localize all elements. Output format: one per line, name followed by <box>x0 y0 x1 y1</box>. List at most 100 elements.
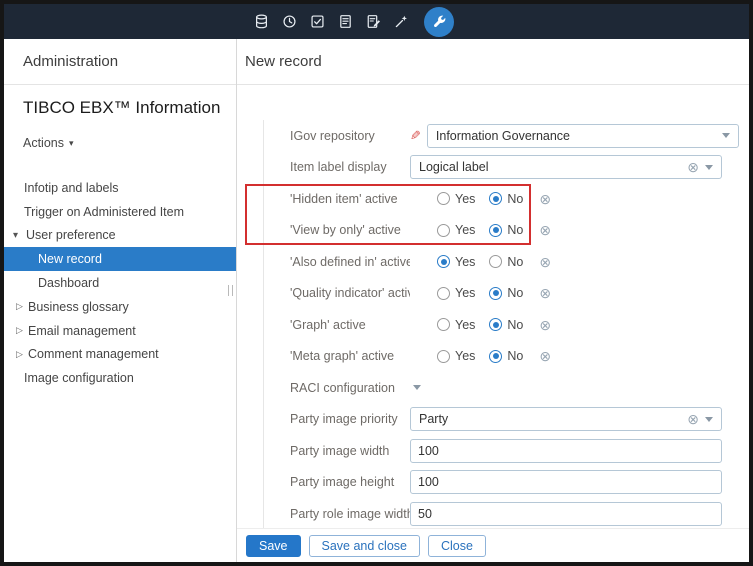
radio-quality-indicator-active-no[interactable]: No <box>489 286 523 300</box>
chevron-down-icon[interactable] <box>722 133 730 138</box>
field-label: RACI configuration <box>264 381 410 395</box>
field-label: IGov repository <box>264 129 410 143</box>
sidebar-item-label: Comment management <box>28 347 159 361</box>
mandatory-icon: ✎ <box>410 128 421 144</box>
radio-label: No <box>507 255 523 269</box>
main-panel: New record IGov repository✎Information G… <box>237 39 749 562</box>
content-area: Administration TIBCO EBX™ Information Ac… <box>4 39 749 562</box>
sidebar-item-comment-management[interactable]: ▷Comment management <box>4 343 236 367</box>
radio-label: No <box>507 223 523 237</box>
field-label: Item label display <box>264 160 410 174</box>
sidebar-item-email-management[interactable]: ▷Email management <box>4 319 236 343</box>
wand-icon[interactable] <box>394 14 409 29</box>
save-button[interactable]: Save <box>246 535 301 557</box>
form-row-also-defined-in-active: 'Also defined in' activeYesNo⊗ <box>264 246 749 278</box>
chevron-down-icon[interactable] <box>413 385 421 390</box>
clock-icon[interactable] <box>282 14 297 29</box>
field-label: 'Hidden item' active <box>264 192 410 206</box>
sidebar-item-trigger-on-administered-item[interactable]: Trigger on Administered Item <box>4 200 236 224</box>
radio-meta-graph-active-no[interactable]: No <box>489 349 523 363</box>
radio-circle-icon <box>437 287 450 300</box>
radio-meta-graph-active-yes[interactable]: Yes <box>437 349 475 363</box>
clear-icon[interactable]: ⊗ <box>539 349 551 363</box>
radio-label: Yes <box>455 349 475 363</box>
radio-view-by-only-active-no[interactable]: No <box>489 223 523 237</box>
select-value: Logical label <box>419 160 677 174</box>
chevron-down-icon: ▾ <box>69 138 82 149</box>
input-party-image-width[interactable] <box>410 439 722 463</box>
form-edit-icon[interactable] <box>366 14 381 29</box>
clear-icon[interactable]: ⊗ <box>687 412 699 426</box>
radio-also-defined-in-active-yes[interactable]: Yes <box>437 255 475 269</box>
sidebar-item-label: Email management <box>28 324 136 338</box>
clear-icon[interactable]: ⊗ <box>539 318 551 332</box>
radio-graph-active-no[interactable]: No <box>489 318 523 332</box>
sidebar-item-label: Business glossary <box>28 300 129 314</box>
radio-circle-icon <box>489 287 502 300</box>
sidebar-item-new-record[interactable]: New record <box>4 247 236 271</box>
sidebar-title: TIBCO EBX™ Information <box>23 98 236 118</box>
field-label: Party image width <box>264 444 410 458</box>
form-row-hidden-item-active: 'Hidden item' active Yes No ⊗ <box>264 183 749 215</box>
field-label: Party image priority <box>264 412 410 426</box>
sidebar-item-label: Image configuration <box>24 371 134 385</box>
form-row-party-role-image-width: Party role image width <box>264 498 749 528</box>
radio-graph-active-yes[interactable]: Yes <box>437 318 475 332</box>
radio-circle-icon <box>437 224 450 237</box>
clear-icon[interactable]: ⊗ <box>687 160 699 174</box>
radio-also-defined-in-active-no[interactable]: No <box>489 255 523 269</box>
form-scroll-area[interactable]: IGov repository✎ Information Governance It… <box>237 85 749 528</box>
sidebar-item-dashboard[interactable]: Dashboard <box>4 271 236 295</box>
radio-circle-icon <box>437 350 450 363</box>
form-row-quality-indicator-active: 'Quality indicator' activeYesNo⊗ <box>264 278 749 310</box>
field-label: Party image height <box>264 475 410 489</box>
form-row-meta-graph-active: 'Meta graph' activeYesNo⊗ <box>264 341 749 373</box>
clear-icon[interactable]: ⊗ <box>539 286 551 300</box>
radio-label: No <box>507 318 523 332</box>
chevron-down-icon[interactable] <box>705 165 713 170</box>
sidebar-item-infotip-and-labels[interactable]: Infotip and labels <box>4 176 236 200</box>
radio-circle-icon <box>489 192 502 205</box>
radio-label: Yes <box>455 318 475 332</box>
clear-icon[interactable]: ⊗ <box>539 223 551 237</box>
form-row-party-image-width: Party image width <box>264 435 749 467</box>
radio-hidden-item-active-yes[interactable]: Yes <box>437 192 475 206</box>
radio-label: Yes <box>455 192 475 206</box>
collapsed-caret-icon: ▷ <box>16 325 28 336</box>
select-party-image-priority[interactable]: Party⊗ <box>410 407 722 431</box>
database-icon[interactable] <box>254 14 269 29</box>
clear-icon[interactable]: ⊗ <box>539 255 551 269</box>
active-tool-circle[interactable] <box>424 7 454 37</box>
radio-quality-indicator-active-yes[interactable]: Yes <box>437 286 475 300</box>
sidebar-item-label: Dashboard <box>38 276 99 290</box>
input-party-role-image-width[interactable] <box>410 502 722 526</box>
radio-label: Yes <box>455 286 475 300</box>
expanded-caret-icon: ▾ <box>13 230 26 241</box>
button-bar: Save Save and close Close <box>237 528 749 562</box>
close-button[interactable]: Close <box>428 535 486 557</box>
select-item-label-display[interactable]: Logical label ⊗ <box>410 155 722 179</box>
sidebar-item-image-configuration[interactable]: Image configuration <box>4 366 236 390</box>
radio-circle-icon <box>489 318 502 331</box>
field-label: 'Graph' active <box>264 318 410 332</box>
radio-circle-icon <box>489 350 502 363</box>
sidebar-item-user-preference[interactable]: ▾User preference <box>4 224 236 248</box>
sidebar-resize-handle[interactable] <box>228 285 233 296</box>
input-party-image-height[interactable] <box>410 470 722 494</box>
sidebar-item-label: Infotip and labels <box>24 181 119 195</box>
field-label: Party role image width <box>264 507 410 521</box>
select-igov-repository[interactable]: Information Governance <box>427 124 739 148</box>
save-and-close-button[interactable]: Save and close <box>309 535 420 557</box>
chevron-down-icon[interactable] <box>705 417 713 422</box>
check-square-icon[interactable] <box>310 14 325 29</box>
actions-dropdown[interactable]: Actions ▾ <box>23 136 82 150</box>
radio-view-by-only-active-yes[interactable]: Yes <box>437 223 475 237</box>
top-bar-icons <box>254 4 454 39</box>
collapsed-caret-icon: ▷ <box>16 349 28 360</box>
form-row-party-image-height: Party image height <box>264 467 749 499</box>
clear-icon[interactable]: ⊗ <box>539 192 551 206</box>
form-row-raci-configuration: RACI configuration <box>264 372 749 404</box>
sidebar-item-business-glossary[interactable]: ▷Business glossary <box>4 295 236 319</box>
form-list-icon[interactable] <box>338 14 353 29</box>
radio-hidden-item-active-no[interactable]: No <box>489 192 523 206</box>
